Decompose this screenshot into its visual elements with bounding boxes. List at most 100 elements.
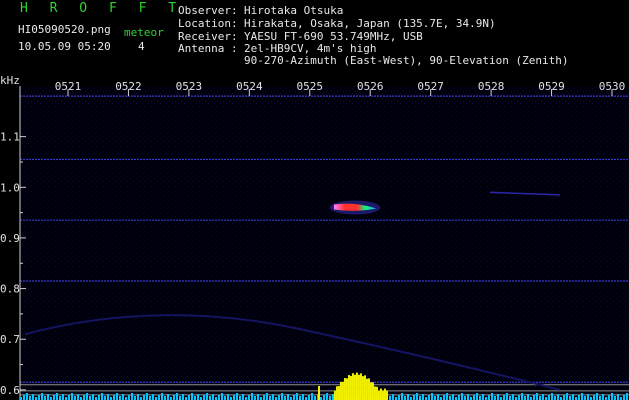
noise-floor-bar: [326, 393, 328, 400]
noise-floor-bar: [398, 395, 400, 400]
noise-floor-bar: [224, 396, 226, 400]
noise-floor-bar: [167, 394, 169, 400]
echo-histogram-bar: [333, 390, 336, 400]
noise-floor-bar: [302, 394, 304, 400]
noise-floor-bar: [479, 396, 481, 400]
noise-floor-bar: [122, 394, 124, 400]
noise-floor-bar: [173, 395, 175, 400]
noise-floor-bar: [86, 393, 88, 400]
noise-floor-bar: [44, 396, 46, 400]
noise-floor-bar: [128, 395, 130, 400]
noise-floor-bar: [434, 396, 436, 400]
noise-floor-bar: [161, 393, 163, 400]
noise-floor-bar: [83, 395, 85, 400]
noise-floor-bar: [578, 395, 580, 400]
noise-floor-bar: [182, 394, 184, 400]
noise-floor-bar: [239, 396, 241, 400]
noise-floor-bar: [299, 396, 301, 400]
noise-floor-bar: [506, 393, 508, 400]
spectrogram: 1.11.00.90.80.70.60521 0522 0523 0524 0525 05…: [0, 80, 629, 400]
noise-floor-bar: [536, 393, 538, 400]
noise-floor-bar: [266, 393, 268, 400]
y-tick-label: 0.8: [0, 283, 20, 296]
noise-floor-bar: [221, 393, 223, 400]
noise-floor-bar: [254, 396, 256, 400]
noise-floor-bar: [281, 393, 283, 400]
echo-histogram-bar: [359, 373, 362, 400]
noise-floor-bar: [431, 393, 433, 400]
noise-floor-bar: [98, 395, 100, 400]
echo-histogram-bar: [337, 386, 340, 400]
noise-floor-bar: [401, 393, 403, 400]
echo-histogram-bar: [371, 382, 374, 400]
noise-floor-bar: [227, 394, 229, 400]
noise-floor-bar: [533, 395, 535, 400]
noise-floor-bar: [89, 396, 91, 400]
noise-floor-bar: [158, 395, 160, 400]
noise-floor-bar: [53, 395, 55, 400]
noise-floor-bar: [74, 396, 76, 400]
y-tick-label: 0.7: [0, 333, 20, 346]
noise-floor-bar: [116, 393, 118, 400]
noise-floor-bar: [146, 393, 148, 400]
echo-histogram-bar: [347, 375, 350, 400]
echo-histogram-bar: [373, 386, 376, 400]
noise-floor-bar: [284, 396, 286, 400]
noise-floor-bar: [107, 394, 109, 400]
noise-floor-bar: [113, 395, 115, 400]
noise-floor-bar: [218, 395, 220, 400]
noise-floor-bar: [587, 394, 589, 400]
noise-floor-bar: [449, 396, 451, 400]
noise-floor-bar: [101, 393, 103, 400]
echo-histogram-bar: [341, 381, 344, 400]
echo-histogram-bar: [379, 388, 382, 400]
y-tick-label: 0.9: [0, 232, 20, 245]
noise-floor-bar: [149, 396, 151, 400]
echo-histogram-bar: [349, 375, 352, 400]
noise-floor-bar: [416, 393, 418, 400]
noise-floor-bar: [152, 394, 154, 400]
noise-floor-bar: [602, 394, 604, 400]
noise-floor-bar: [38, 395, 40, 400]
echo-histogram-bar: [361, 376, 364, 400]
noise-floor-bar: [257, 394, 259, 400]
noise-floor-bar: [596, 393, 598, 400]
noise-floor-bar: [443, 395, 445, 400]
noise-floor-bar: [608, 395, 610, 400]
noise-floor-bar: [458, 395, 460, 400]
echo-histogram-bar: [345, 378, 348, 400]
noise-floor-bar: [77, 394, 79, 400]
noise-floor-bar: [581, 393, 583, 400]
noise-floor-bar: [554, 396, 556, 400]
noise-floor-bar: [419, 396, 421, 400]
noise-floor-bar: [236, 393, 238, 400]
noise-floor-bar: [482, 394, 484, 400]
noise-floor-bar: [548, 395, 550, 400]
noise-floor-bar: [542, 394, 544, 400]
noise-floor-bar: [209, 396, 211, 400]
noise-floor-bar: [404, 396, 406, 400]
noise-floor-bar: [332, 394, 334, 400]
noise-floor-bar: [29, 396, 31, 400]
noise-floor-bar: [389, 396, 391, 400]
noise-floor-bar: [131, 393, 133, 400]
y-tick-label: 1.0: [0, 181, 20, 194]
noise-floor-bar: [287, 394, 289, 400]
noise-floor-bar: [188, 395, 190, 400]
noise-floor-bar: [497, 394, 499, 400]
echo-histogram-bar: [363, 375, 366, 400]
noise-floor-bar: [296, 393, 298, 400]
noise-floor-bar: [233, 395, 235, 400]
noise-floor-bar: [311, 393, 313, 400]
noise-floor-bar: [248, 395, 250, 400]
noise-floor-bar: [179, 396, 181, 400]
noise-floor-bar: [503, 395, 505, 400]
noise-floor-bar: [572, 394, 574, 400]
noise-floor-bar: [491, 393, 493, 400]
noise-floor-bar: [329, 396, 331, 400]
noise-floor-bar: [584, 396, 586, 400]
noise-floor-bar: [446, 393, 448, 400]
noise-floor-bar: [164, 396, 166, 400]
noise-floor-bar: [137, 394, 139, 400]
noise-floor-bar: [197, 394, 199, 400]
